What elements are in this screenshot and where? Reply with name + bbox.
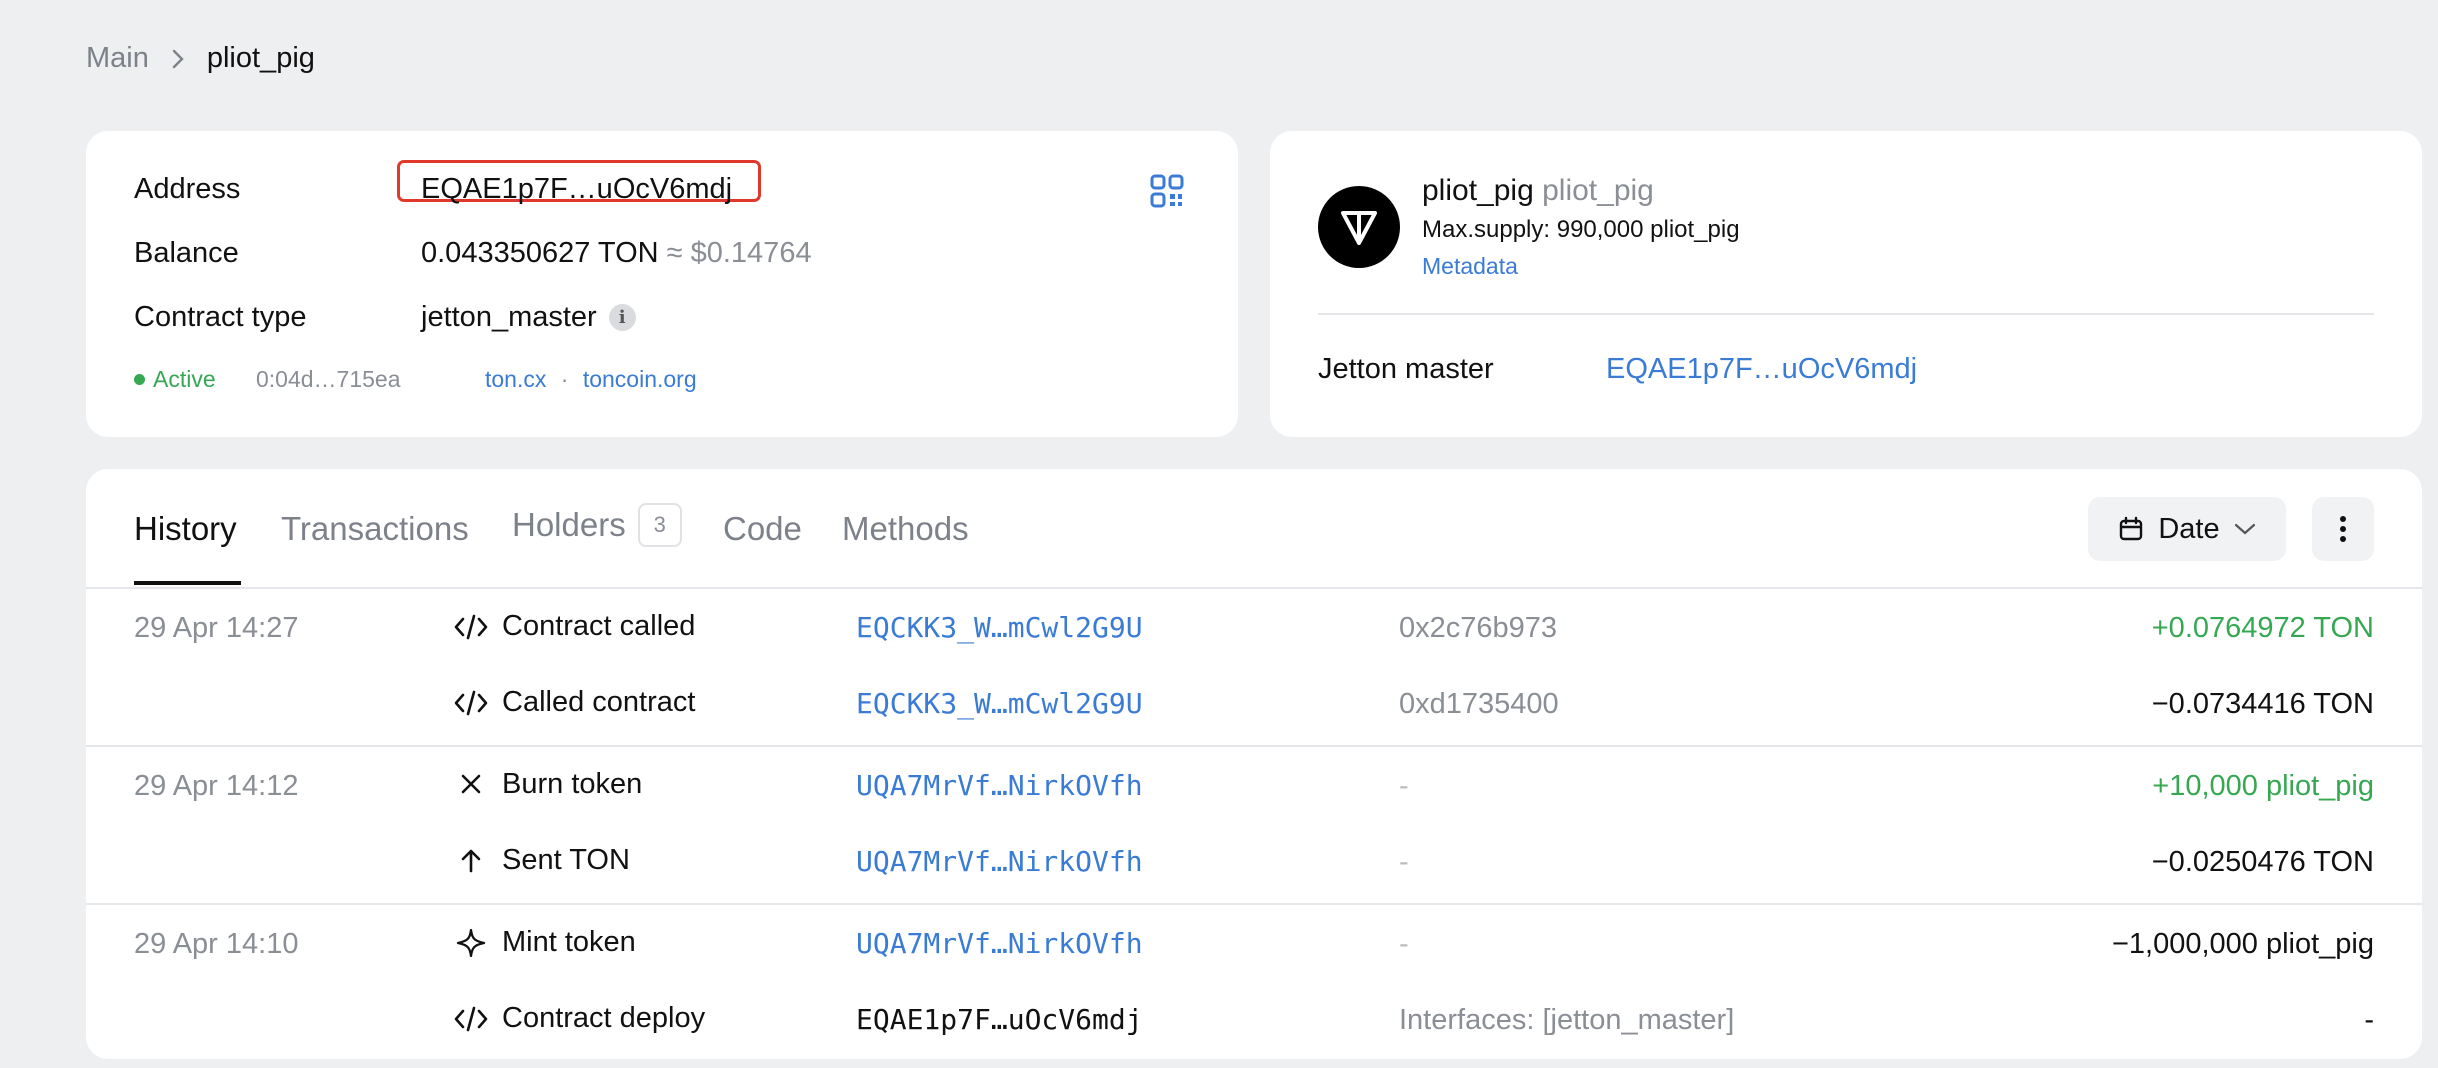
history-action-label: Sent TON xyxy=(502,844,630,876)
breadcrumb-home-link[interactable]: Main xyxy=(86,42,149,75)
history-action-label: Contract deploy xyxy=(502,1002,706,1034)
ton-logo-icon xyxy=(1318,186,1400,268)
qr-code-icon[interactable] xyxy=(1150,174,1184,213)
metadata-link[interactable]: Metadata xyxy=(1422,253,1518,280)
history-detail: Interfaces: [jetton_master] xyxy=(1399,1004,1735,1036)
history-amount: −0.0250476 TON xyxy=(2151,846,2374,878)
breadcrumb: Main pliot_pig xyxy=(86,42,315,75)
more-vertical-icon xyxy=(2340,516,2346,542)
balance-usd: ≈ $0.14764 xyxy=(666,237,812,269)
history-detail: 0xd1735400 xyxy=(1399,688,1559,720)
toncoin-link[interactable]: toncoin.org xyxy=(583,366,697,392)
jetton-master-link[interactable]: EQAE1p7F…uOcV6mdj xyxy=(1606,353,1917,386)
sparkle-icon xyxy=(454,929,488,957)
address-label: Address xyxy=(134,173,241,205)
history-header-divider xyxy=(86,587,2422,589)
history-address: EQAE1p7F…uOcV6mdj xyxy=(856,1003,1143,1036)
token-symbol: pliot_pig xyxy=(1542,174,1654,207)
explorer-links: ton.cx · toncoin.org xyxy=(485,366,697,393)
token-title: pliot_pig pliot_pig xyxy=(1422,174,1654,208)
history-date: 29 Apr 14:12 xyxy=(134,770,299,802)
balance-ton: 0.043350627 TON xyxy=(421,237,659,269)
history-date: 29 Apr 14:27 xyxy=(134,612,299,644)
tab-holders[interactable]: Holders 3 xyxy=(512,503,682,547)
tonex-link[interactable]: ton.cx xyxy=(485,366,546,392)
history-action-label: Contract called xyxy=(502,610,696,642)
contract-type-text: jetton_master xyxy=(421,301,597,333)
history-operation: Sent TON xyxy=(454,844,630,877)
history-action-label: Burn token xyxy=(502,768,643,800)
code-icon xyxy=(454,613,488,641)
code-icon xyxy=(454,689,488,717)
divider xyxy=(1318,313,2374,315)
tab-active-indicator xyxy=(134,581,241,585)
history-amount: −0.0734416 TON xyxy=(2151,688,2374,720)
history-action-label: Called contract xyxy=(502,686,696,718)
max-supply: Max.supply: 990,000 pliot_pig xyxy=(1422,216,1740,243)
info-icon[interactable]: i xyxy=(608,304,636,331)
history-address[interactable]: EQCKK3_W…mCwl2G9U xyxy=(856,687,1143,720)
close-icon xyxy=(454,771,488,799)
chevron-right-icon xyxy=(172,49,184,68)
history-address[interactable]: UQA7MrVf…NirkOVfh xyxy=(856,769,1143,802)
history-amount: −1,000,000 pliot_pig xyxy=(2111,928,2374,960)
status-dot-icon xyxy=(134,374,145,385)
history-address[interactable]: UQA7MrVf…NirkOVfh xyxy=(856,927,1143,960)
link-separator: · xyxy=(560,366,569,392)
chevron-down-icon xyxy=(2234,523,2255,535)
history-operation: Contract called xyxy=(454,610,695,643)
history-action-label: Mint token xyxy=(502,926,636,958)
code-hash[interactable]: 0:04d…715ea xyxy=(256,366,401,393)
history-address[interactable]: UQA7MrVf…NirkOVfh xyxy=(856,845,1143,878)
arrow-up-icon xyxy=(454,847,488,875)
history-date: 29 Apr 14:10 xyxy=(134,928,299,960)
tab-transactions[interactable]: Transactions xyxy=(281,510,469,548)
history-operation: Contract deploy xyxy=(454,1002,705,1035)
tab-history[interactable]: History xyxy=(134,510,237,548)
jetton-master-label: Jetton master xyxy=(1318,353,1494,385)
date-filter-label: Date xyxy=(2158,512,2220,545)
history-card xyxy=(86,469,2422,1059)
balance-label: Balance xyxy=(134,237,239,269)
token-name: pliot_pig xyxy=(1422,174,1534,207)
status-badge: Active xyxy=(134,366,216,393)
history-address[interactable]: EQCKK3_W…mCwl2G9U xyxy=(856,611,1143,644)
history-operation: Mint token xyxy=(454,926,636,959)
breadcrumb-current: pliot_pig xyxy=(206,42,315,74)
date-filter-button[interactable]: Date xyxy=(2088,497,2286,561)
more-options-button[interactable] xyxy=(2312,497,2374,561)
calendar-icon xyxy=(2120,516,2143,541)
history-operation: Called contract xyxy=(454,686,695,719)
history-detail: 0x2c76b973 xyxy=(1399,612,1558,644)
history-amount: +10,000 pliot_pig xyxy=(2152,770,2374,802)
contract-type-value: jetton_master i xyxy=(421,301,636,334)
contract-type-label: Contract type xyxy=(134,301,307,333)
tab-holders-label: Holders xyxy=(512,506,626,543)
history-group-divider xyxy=(86,745,2422,747)
code-icon xyxy=(454,1005,488,1033)
holders-count-badge: 3 xyxy=(637,503,682,547)
history-amount: - xyxy=(2364,1004,2374,1036)
history-detail: - xyxy=(1399,770,1409,802)
history-operation: Burn token xyxy=(454,768,642,801)
address-value[interactable]: EQAE1p7F…uOcV6mdj xyxy=(421,173,732,206)
history-detail: - xyxy=(1399,846,1409,878)
history-amount: +0.0764972 TON xyxy=(2151,612,2374,644)
status-text: Active xyxy=(153,366,216,392)
tab-methods[interactable]: Methods xyxy=(842,510,969,548)
history-group-divider xyxy=(86,903,2422,905)
balance-value: 0.043350627 TON ≈ $0.14764 xyxy=(421,237,812,270)
history-detail: - xyxy=(1399,928,1409,960)
tab-code[interactable]: Code xyxy=(723,510,802,548)
